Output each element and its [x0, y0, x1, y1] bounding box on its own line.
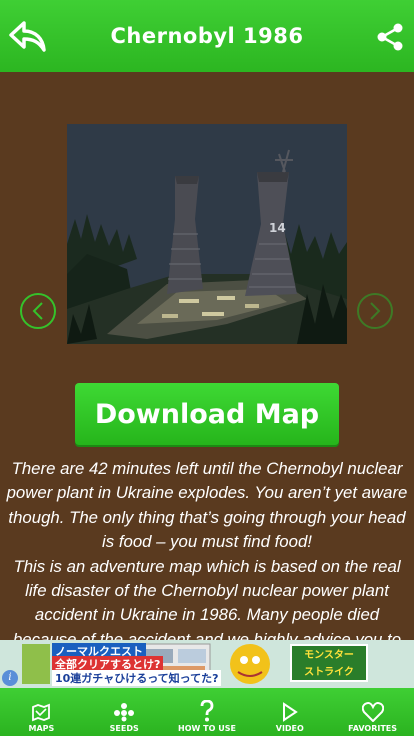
previous-image-button[interactable] [20, 293, 56, 329]
chevron-right-icon [370, 302, 381, 320]
tab-favorites[interactable]: FAVORITES [331, 688, 414, 736]
back-arrow-icon[interactable] [8, 20, 48, 54]
tab-label: FAVORITES [348, 724, 398, 733]
tab-label: SEEDS [109, 724, 139, 733]
play-icon [282, 702, 298, 722]
ad-banner[interactable]: ノーマルクエスト 全部クリアするとけ? 10連ガチャひけるって知ってた? モンス… [0, 640, 414, 688]
tab-how-to-use[interactable]: HOW TO USE [166, 688, 249, 736]
share-icon[interactable] [376, 22, 404, 52]
ad-text-line: 10連ガチャひけるって知ってた? [52, 670, 222, 686]
tab-video[interactable]: VIDEO [248, 688, 331, 736]
map-icon [32, 703, 51, 722]
description-paragraph: There are 42 minutes left until the Cher… [6, 459, 408, 552]
heart-icon [361, 702, 384, 722]
seeds-icon [114, 703, 135, 722]
bottom-tab-bar: MAPS SEEDS HOW TO USE VIDEO FAVORITES [0, 688, 414, 736]
ad-info-icon[interactable]: i [2, 670, 18, 686]
tower-number-label: 14 [269, 221, 286, 235]
page-title: Chernobyl 1986 [110, 24, 304, 48]
download-map-button[interactable]: Download Map [75, 383, 339, 445]
question-icon [200, 700, 214, 722]
ad-logo: モンスター ストライク [290, 644, 368, 682]
tab-label: HOW TO USE [178, 724, 236, 733]
chevron-left-icon [32, 302, 43, 320]
map-screenshot-image: 14 [67, 124, 347, 344]
map-screenshot[interactable]: 14 [67, 124, 347, 344]
tab-label: VIDEO [275, 724, 304, 733]
top-bar: Chernobyl 1986 [0, 0, 414, 72]
tab-label: MAPS [28, 724, 55, 733]
tab-seeds[interactable]: SEEDS [83, 688, 166, 736]
tab-maps[interactable]: MAPS [0, 688, 83, 736]
download-map-label: Download Map [94, 398, 320, 430]
next-image-button[interactable] [357, 293, 393, 329]
content-area: 14 Download Map There are 42 minutes lef… [0, 72, 414, 640]
map-description: There are 42 minutes left until the Cher… [4, 457, 410, 640]
description-paragraph: This is an adventure map which is based … [12, 556, 402, 640]
